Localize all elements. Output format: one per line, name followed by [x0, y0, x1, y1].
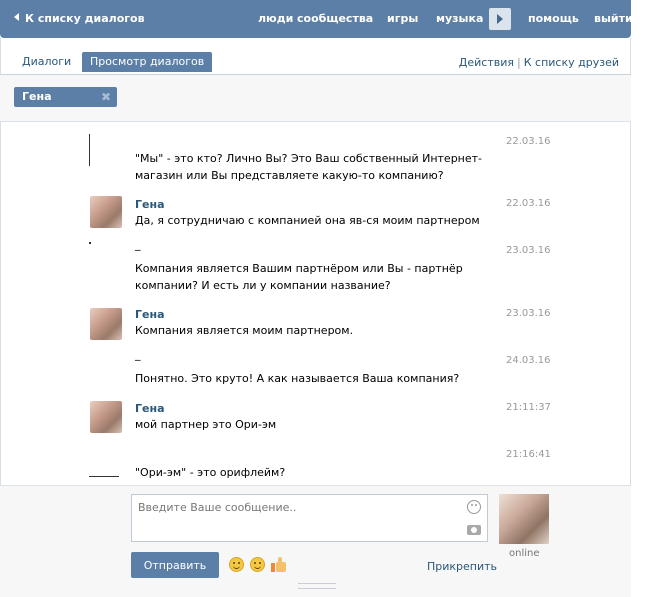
back-to-dialogs-link[interactable]: К списку диалогов — [14, 12, 145, 25]
message-date: 22.03.16 — [506, 136, 551, 147]
message-dash: _ — [135, 348, 141, 361]
filter-area: Гена ✖ — [0, 75, 631, 122]
attach-link[interactable]: Прикрепить — [427, 560, 497, 573]
message-text: Понятно. Это круто! А как называется Ваш… — [135, 372, 460, 385]
smile-icon[interactable] — [467, 500, 481, 514]
message-input-placeholder: Введите Ваше сообщение.. — [138, 501, 297, 514]
nav-help[interactable]: помощь — [528, 12, 579, 25]
online-status: online — [509, 548, 540, 559]
wink-emoji-icon[interactable] — [229, 557, 244, 572]
friends-list-link[interactable]: К списку друзей — [524, 56, 619, 69]
compose-area: Введите Ваше сообщение.. online Отправит… — [0, 485, 631, 597]
actions-link[interactable]: Действия — [459, 56, 514, 69]
message-date: 24.03.16 — [506, 355, 551, 366]
tab-view-dialogs[interactable]: Просмотр диалогов — [82, 52, 213, 72]
chevron-left-icon — [14, 13, 19, 21]
message-date: 21:11:37 — [506, 402, 551, 413]
message-date: 21:16:41 — [506, 449, 551, 460]
nav-logout[interactable]: выйти — [594, 12, 633, 25]
message-input[interactable]: Введите Ваше сообщение.. — [131, 494, 488, 542]
message-text: Компания является Вашим партнёром или Вы… — [135, 262, 463, 292]
link-separator: | — [517, 56, 521, 69]
message-sender[interactable]: Гена — [135, 198, 165, 211]
message-sender[interactable]: Гена — [135, 308, 165, 321]
avatar[interactable] — [90, 308, 122, 340]
nav-music[interactable]: музыка — [436, 12, 483, 25]
message-text: мой партнер это Ори-эм — [135, 418, 277, 431]
message-marker — [89, 242, 91, 244]
send-button[interactable]: Отправить — [131, 552, 219, 578]
right-links: Действия | К списку друзей — [459, 56, 619, 69]
camera-icon[interactable] — [467, 525, 481, 535]
participant-chip[interactable]: Гена ✖ — [14, 87, 117, 107]
music-play-button[interactable] — [489, 8, 511, 30]
tab-bar: Диалоги Просмотр диалогов Действия | К спи… — [0, 40, 631, 75]
nav-people[interactable]: люди — [258, 12, 293, 25]
nav-games[interactable]: игры — [387, 12, 418, 25]
avatar[interactable] — [90, 196, 122, 228]
message-divider — [89, 134, 90, 166]
thumbs-up-icon[interactable] — [271, 557, 287, 572]
message-text: "Мы" - это кто? Лично Вы? Это Ваш собств… — [135, 152, 483, 182]
participant-chip-label: Гена — [22, 90, 52, 103]
message-text: "Ори-эм" - это орифлейм? — [135, 466, 286, 479]
avatar[interactable] — [90, 401, 122, 433]
my-avatar[interactable] — [499, 494, 549, 544]
message-date: 23.03.16 — [506, 245, 551, 256]
message-list[interactable]: 22.03.16 "Мы" - это кто? Лично Вы? Это В… — [0, 124, 631, 484]
top-bar: К списку диалогов люди сообщества игры м… — [0, 0, 633, 38]
smile-emoji-icon[interactable] — [250, 557, 265, 572]
message-text: Да, я сотрудничаю с компанией она яв-ся … — [135, 214, 480, 227]
message-dash: _ — [135, 238, 141, 251]
message-date: 22.03.16 — [506, 198, 551, 209]
message-marker — [89, 476, 119, 477]
tab-dialogs[interactable]: Диалоги — [14, 52, 79, 72]
message-date: 23.03.16 — [506, 308, 551, 319]
back-link-label: К списку диалогов — [25, 12, 145, 25]
message-text: Компания является моим партнером. — [135, 324, 354, 337]
nav-communities[interactable]: сообщества — [297, 12, 373, 25]
message-sender[interactable]: Гена — [135, 402, 165, 415]
close-icon[interactable]: ✖ — [101, 87, 111, 107]
resize-grip[interactable] — [298, 583, 336, 589]
play-icon — [497, 14, 503, 24]
